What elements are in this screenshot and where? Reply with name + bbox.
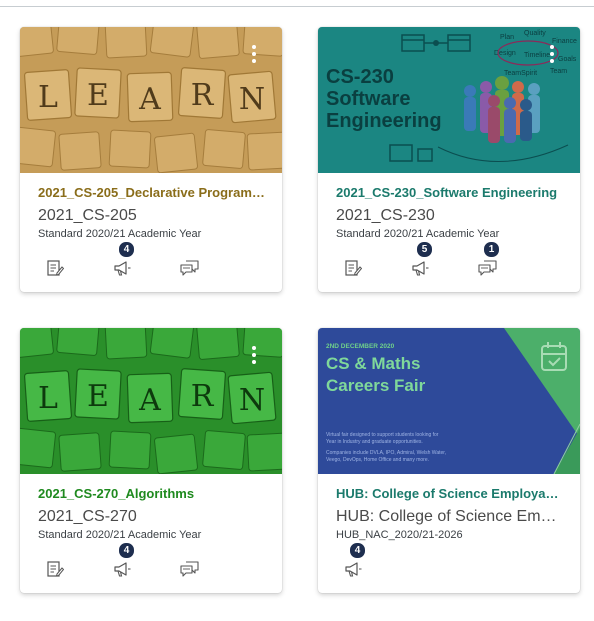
- announcements-icon: [345, 562, 362, 577]
- announcements-button[interactable]: 4: [107, 542, 137, 582]
- course-term: Standard 2020/21 Academic Year: [38, 529, 202, 541]
- course-card-image[interactable]: Plan Quality Finance Design Team Timelin…: [318, 27, 580, 173]
- tile-letter: N: [239, 383, 265, 418]
- course-code: 2021_CS-205: [38, 207, 137, 224]
- course-card-image[interactable]: 2ND DECEMBER 2020 CS & Maths Careers Fai…: [318, 328, 580, 474]
- course-title-link[interactable]: 2021_CS-230_Software Engineering: [336, 185, 564, 200]
- unread-count-badge: 1: [483, 241, 500, 258]
- learn-tiles-image: L E A R N: [20, 328, 282, 474]
- course-options-kebab-icon[interactable]: [250, 346, 258, 368]
- course-term: HUB_NAC_2020/21-2026: [336, 529, 463, 541]
- hero-course-word: Engineering: [326, 110, 442, 132]
- assignments-button[interactable]: [40, 552, 70, 582]
- course-options-kebab-icon[interactable]: [250, 45, 258, 67]
- course-card: 2ND DECEMBER 2020 CS & Maths Careers Fai…: [318, 328, 580, 593]
- discussions-button[interactable]: [174, 552, 204, 582]
- announcements-icon: [114, 562, 131, 577]
- discussions-button[interactable]: 1: [472, 241, 502, 281]
- hero-word: TeamSpirit: [504, 70, 537, 77]
- course-title-link[interactable]: 2021_CS-205_Declarative Programming: [38, 185, 266, 200]
- top-divider: [0, 6, 594, 7]
- discussions-icon: [180, 561, 199, 577]
- course-title-link[interactable]: 2021_CS-270_Algorithms: [38, 486, 266, 501]
- hero-heading: Careers Fair: [326, 376, 426, 395]
- assignments-button[interactable]: [338, 251, 368, 281]
- course-actions: 5 1: [330, 241, 570, 281]
- course-code: 2021_CS-230: [336, 207, 435, 224]
- assignments-button[interactable]: [40, 251, 70, 281]
- tile-letter: A: [138, 383, 161, 418]
- tile-letter: L: [38, 381, 58, 416]
- course-code: HUB: College of Science Employability: [336, 508, 564, 525]
- discussions-icon: [180, 260, 199, 276]
- course-actions: 4: [32, 241, 272, 281]
- unread-count-badge: 4: [118, 241, 135, 258]
- hero-word: Quality: [524, 30, 546, 37]
- course-actions: 4: [32, 542, 272, 582]
- announcements-icon: [412, 261, 429, 276]
- course-card: L E A R N 2021_CS-270_Algorithms 2021_CS…: [20, 328, 282, 593]
- course-card: L E A R N 2021_CS-205_Declarative Progra…: [20, 27, 282, 292]
- discussions-icon: [478, 260, 497, 276]
- hero-date: 2ND DECEMBER 2020: [326, 343, 395, 350]
- announcements-icon: [114, 261, 131, 276]
- hero-course-code: CS-230: [326, 66, 394, 88]
- tile-letter: E: [87, 379, 109, 414]
- unread-count-badge: 4: [118, 542, 135, 559]
- assignments-icon: [345, 260, 362, 276]
- hero-body-line: Virtual fair designed to support student…: [326, 432, 439, 438]
- course-card-image[interactable]: L E A R N: [20, 27, 282, 173]
- hero-word: Team: [550, 68, 567, 75]
- assignments-icon: [47, 561, 64, 577]
- announcements-button[interactable]: 5: [405, 241, 435, 281]
- unread-count-badge: 4: [349, 542, 366, 559]
- hero-course-word: Software: [326, 88, 410, 110]
- announcements-button[interactable]: 4: [107, 241, 137, 281]
- course-options-kebab-icon[interactable]: [548, 45, 556, 67]
- discussions-button[interactable]: [174, 251, 204, 281]
- software-engineering-image: Plan Quality Finance Design Team Timelin…: [318, 27, 580, 173]
- hero-word: Timeline: [524, 52, 550, 59]
- course-title-link[interactable]: HUB: College of Science Employability: [336, 486, 564, 501]
- hero-body-line: Companies include DVLA, IPO, Admiral, We…: [326, 450, 446, 456]
- unread-count-badge: 5: [416, 241, 433, 258]
- hero-word: Goals: [558, 56, 577, 63]
- hero-body-line: Year in Industry and graduate opportunit…: [326, 439, 423, 445]
- course-code: 2021_CS-270: [38, 508, 137, 525]
- announcements-button[interactable]: 4: [338, 542, 368, 582]
- hero-word: Design: [494, 50, 516, 57]
- course-actions: 4: [330, 542, 570, 582]
- hero-word: Plan: [500, 34, 514, 41]
- course-term: Standard 2020/21 Academic Year: [336, 228, 500, 240]
- hero-word: Finance: [552, 38, 577, 45]
- assignments-icon: [47, 260, 64, 276]
- hero-body-line: Veego, DevOps, Home Office and many more…: [326, 457, 429, 463]
- learn-tiles-image: L E A R N: [20, 27, 282, 173]
- careers-fair-image: 2ND DECEMBER 2020 CS & Maths Careers Fai…: [318, 328, 580, 474]
- course-card-image[interactable]: L E A R N: [20, 328, 282, 474]
- course-term: Standard 2020/21 Academic Year: [38, 228, 202, 240]
- hero-heading: CS & Maths: [326, 354, 420, 373]
- course-card: Plan Quality Finance Design Team Timelin…: [318, 27, 580, 292]
- tile-letter: R: [191, 379, 215, 414]
